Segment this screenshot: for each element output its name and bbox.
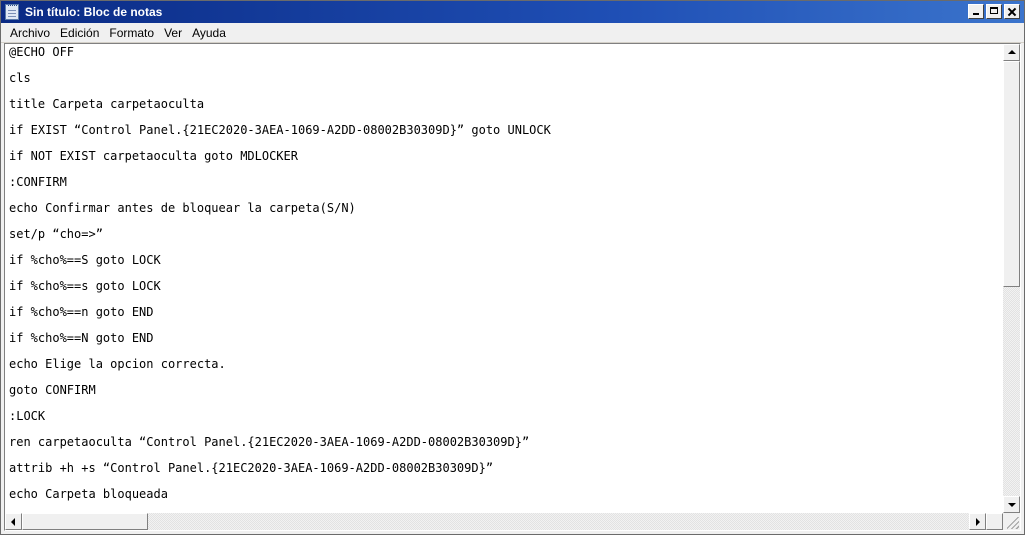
horizontal-scroll-thumb[interactable]	[22, 513, 148, 530]
text-line: if %cho%==N goto END	[9, 331, 154, 345]
menu-edicion[interactable]: Edición	[55, 24, 104, 42]
text-line: if %cho%==n goto END	[9, 305, 154, 319]
text-line: :LOCK	[9, 409, 46, 423]
scroll-right-end[interactable]	[986, 513, 1003, 530]
close-button[interactable]	[1004, 4, 1020, 19]
menu-formato[interactable]: Formato	[104, 24, 159, 42]
text-line: echo Confirmar antes de bloquear la carp…	[9, 201, 356, 215]
text-line: title Carpeta carpetaoculta	[9, 97, 205, 111]
text-line: echo Carpeta bloqueada	[9, 487, 168, 501]
menu-ayuda[interactable]: Ayuda	[187, 24, 231, 42]
menu-bar: Archivo Edición Formato Ver Ayuda	[1, 23, 1024, 43]
window-title: Sin título: Bloc de notas	[25, 5, 163, 19]
title-bar[interactable]: Sin título: Bloc de notas	[1, 1, 1024, 23]
text-line: set/p “cho=>”	[9, 227, 103, 241]
text-line: if %cho%==s goto LOCK	[9, 279, 161, 293]
text-line: cls	[9, 71, 31, 85]
minimize-button[interactable]	[968, 4, 984, 19]
menu-ver[interactable]: Ver	[159, 24, 187, 42]
text-line: ren carpetaoculta “Control Panel.{21EC20…	[9, 435, 530, 449]
text-line: :CONFIRM	[9, 175, 67, 189]
vertical-scroll-thumb[interactable]	[1003, 61, 1020, 287]
text-line: @ECHO OFF	[9, 45, 75, 59]
text-line: echo Elige la opcion correcta.	[9, 357, 226, 371]
scrollbar-corner	[1003, 513, 1020, 530]
scroll-up-button[interactable]	[1003, 44, 1020, 61]
scroll-left-button[interactable]	[5, 513, 22, 530]
notepad-window: Sin título: Bloc de notas Archivo Edició…	[0, 0, 1025, 535]
text-line: goto CONFIRM	[9, 383, 96, 397]
editor-text-area[interactable]: @ECHO OFF cls title Carpeta carpetaoculta i…	[5, 44, 1003, 513]
resize-grip-icon[interactable]	[1007, 517, 1019, 529]
text-line: if EXIST “Control Panel.{21EC2020-3AEA-1…	[9, 123, 551, 137]
vertical-scrollbar[interactable]	[1003, 44, 1020, 513]
arrow-down-icon	[1008, 503, 1016, 507]
maximize-button[interactable]	[986, 4, 1002, 19]
menu-archivo[interactable]: Archivo	[1, 24, 55, 42]
text-line: attrib +h +s “Control Panel.{21EC2020-3A…	[9, 461, 494, 475]
arrow-right-icon	[976, 518, 980, 526]
caption-buttons	[968, 4, 1020, 20]
text-line: if NOT EXIST carpetaoculta goto MDLOCKER	[9, 149, 298, 163]
text-line: if %cho%==S goto LOCK	[9, 253, 161, 267]
text-editor[interactable]: @ECHO OFF cls title Carpeta carpetaoculta i…	[4, 43, 1021, 531]
arrow-up-icon	[1008, 50, 1016, 54]
horizontal-scrollbar[interactable]	[5, 513, 1003, 530]
notepad-icon[interactable]	[5, 4, 19, 20]
arrow-left-icon	[11, 518, 15, 526]
scroll-down-button[interactable]	[1003, 496, 1020, 513]
scroll-right-button[interactable]	[969, 513, 986, 530]
